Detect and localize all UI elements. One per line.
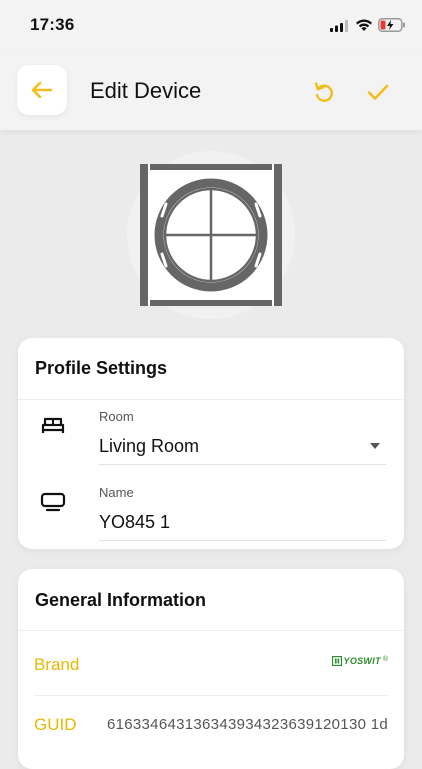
caret-down-icon[interactable] [369,442,381,450]
undo-button[interactable] [308,76,340,108]
divider [34,695,388,696]
page-title: Edit Device [90,78,202,103]
battery-charging-icon [378,18,405,32]
guid-value: 616334643136343934323639120130 1d [106,716,388,733]
save-button[interactable] [362,76,394,108]
status-bar: 17:36 [0,0,422,52]
registered-mark: ® [382,656,388,663]
name-label: Name [99,485,134,500]
top-app-bar: Edit Device [0,52,422,130]
wifi-icon [356,19,372,31]
cellular-signal-icon [330,20,348,32]
brand-logo: YOSWIT ® [331,656,388,666]
brand-label: Brand [34,655,80,674]
general-information-title: General Information [35,590,207,610]
divider [18,399,404,400]
undo-icon [314,82,333,102]
status-time: 17:36 [30,15,75,34]
room-label: Room [99,409,134,424]
back-button[interactable] [17,65,67,115]
profile-settings-title: Profile Settings [35,358,168,378]
arrow-left-icon [31,81,53,99]
name-field-underline [99,540,386,541]
device-switch-image[interactable] [140,164,282,306]
name-input[interactable]: YO845 1 [99,512,170,533]
guid-label: GUID [34,715,77,734]
general-information-card: General Information Brand YOSWIT ® GUID … [18,569,404,769]
room-select[interactable]: Living Room [99,436,199,457]
tv-icon [40,492,66,512]
check-icon [367,84,389,100]
brand-logo-text: YOSWIT [343,656,381,666]
yoswit-logo-icon [331,656,342,666]
room-field-underline [99,464,386,465]
profile-settings-card: Profile Settings Room Living Room Name Y… [18,338,404,549]
bed-icon [41,417,65,433]
divider [18,630,404,631]
